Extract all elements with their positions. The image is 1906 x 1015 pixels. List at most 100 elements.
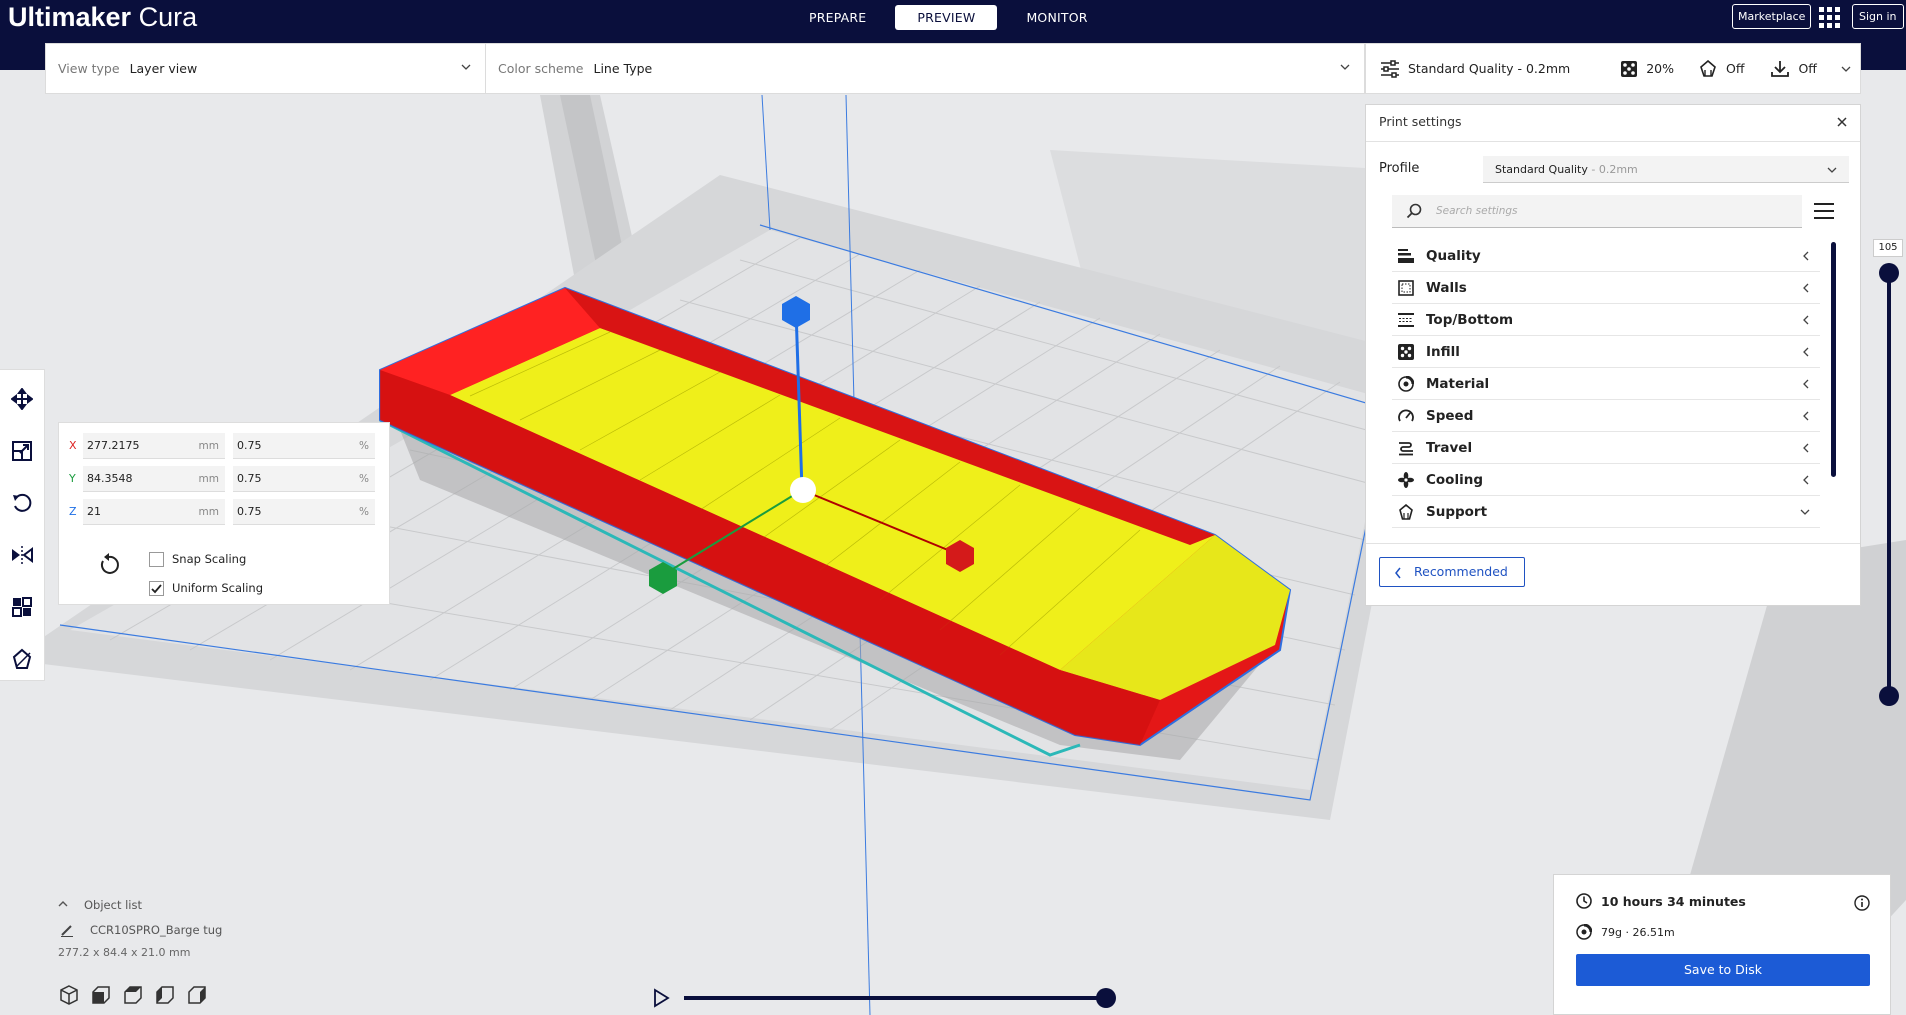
category-cooling[interactable]: Cooling xyxy=(1392,464,1820,496)
chevron-left-icon xyxy=(1803,475,1809,485)
chevron-down-icon xyxy=(1841,66,1851,72)
speed-icon xyxy=(1398,409,1414,421)
move-icon xyxy=(11,388,33,410)
tab-monitor[interactable]: MONITOR xyxy=(1007,5,1106,30)
category-quality[interactable]: Quality xyxy=(1392,240,1820,272)
mirror-icon xyxy=(12,546,33,564)
spool-icon xyxy=(1576,924,1592,940)
per-model-settings-tool[interactable] xyxy=(0,585,44,629)
checkbox-box[interactable] xyxy=(149,580,164,596)
path-slider-track[interactable] xyxy=(684,996,1106,1000)
uniform-scaling-checkbox[interactable]: Uniform Scaling xyxy=(149,579,263,597)
panel-title: Print settings xyxy=(1379,114,1462,129)
object-dimensions: 277.2 x 84.4 x 21.0 mm xyxy=(58,946,191,959)
infill-icon xyxy=(1621,60,1638,77)
axis-y-label: Y xyxy=(69,472,76,485)
profile-label: Profile xyxy=(1379,161,1420,176)
support-icon xyxy=(1700,59,1716,77)
chevron-left-icon xyxy=(1803,315,1809,325)
checkmark-icon xyxy=(151,583,162,593)
app-logo: Ultimaker Cura xyxy=(8,2,198,32)
chevron-down-icon xyxy=(1827,167,1837,173)
layer-slider-track[interactable] xyxy=(1887,272,1891,698)
category-infill[interactable]: Infill xyxy=(1392,336,1820,368)
category-travel[interactable]: Travel xyxy=(1392,432,1820,464)
job-summary-panel: 10 hours 34 minutes 79g · 26.51m Save to… xyxy=(1553,874,1891,1015)
checkbox-box[interactable] xyxy=(149,551,164,567)
view-right-icon[interactable] xyxy=(186,984,208,1006)
layer-slider-lower-handle[interactable] xyxy=(1879,686,1899,706)
print-setup-selector[interactable]: Standard Quality - 0.2mm 20% Off Off xyxy=(1365,43,1861,94)
adhesion-summary: Off xyxy=(1770,60,1817,78)
save-to-disk-button[interactable]: Save to Disk xyxy=(1576,954,1870,986)
view-type-dropdown[interactable]: View type Layer view xyxy=(46,44,486,93)
layer-number-label[interactable]: 105 xyxy=(1873,239,1903,257)
infill-summary: 20% xyxy=(1620,60,1674,78)
search-input[interactable] xyxy=(1436,201,1776,221)
apps-grid-icon[interactable] xyxy=(1819,7,1840,28)
path-slider-handle[interactable] xyxy=(1096,988,1116,1008)
view-top-icon[interactable] xyxy=(122,984,144,1006)
scale-z-percent-input[interactable]: 0.75% xyxy=(233,499,375,525)
profile-dropdown[interactable]: Standard Quality - 0.2mm xyxy=(1483,156,1849,183)
settings-visibility-menu-icon[interactable] xyxy=(1812,201,1836,221)
color-scheme-dropdown[interactable]: Color scheme Line Type xyxy=(486,44,1364,93)
scale-y-mm-input[interactable]: 84.3548 mm xyxy=(83,466,225,492)
view-type-value: Layer view xyxy=(129,61,198,76)
recommended-button[interactable]: Recommended xyxy=(1379,557,1525,587)
close-icon[interactable] xyxy=(1836,116,1848,128)
chevron-left-icon xyxy=(1803,251,1809,261)
settings-scrollbar[interactable] xyxy=(1831,242,1836,477)
mirror-tool[interactable] xyxy=(0,533,44,577)
print-time: 10 hours 34 minutes xyxy=(1576,893,1746,909)
axis-z-label: Z xyxy=(69,505,77,518)
category-speed[interactable]: Speed xyxy=(1392,400,1820,432)
support-blocker-tool[interactable] xyxy=(0,637,44,681)
top-bottom-icon xyxy=(1398,312,1414,327)
scale-tool[interactable] xyxy=(0,429,44,473)
stage-tabs: PREPARE PREVIEW MONITOR xyxy=(790,5,1117,30)
reset-icon[interactable] xyxy=(97,553,121,577)
chevron-down-icon xyxy=(1340,64,1350,70)
scale-x-percent-input[interactable]: 0.75% xyxy=(233,433,375,459)
move-tool[interactable] xyxy=(0,377,44,421)
play-icon[interactable] xyxy=(652,988,670,1008)
scale-y-percent-input[interactable]: 0.75% xyxy=(233,466,375,492)
sign-in-button[interactable]: Sign in xyxy=(1852,4,1904,29)
profile-summary: Standard Quality - 0.2mm xyxy=(1380,59,1570,78)
rotate-tool[interactable] xyxy=(0,481,44,525)
category-top-bottom[interactable]: Top/Bottom xyxy=(1392,304,1820,336)
chevron-up-icon xyxy=(58,901,68,907)
camera-view-buttons xyxy=(58,984,218,1006)
view-3d-icon[interactable] xyxy=(58,984,80,1006)
view-options-bar: View type Layer view Color scheme Line T… xyxy=(45,43,1365,94)
marketplace-button[interactable]: Marketplace xyxy=(1732,4,1812,29)
scale-x-mm-input[interactable]: 277.2175 mm xyxy=(83,433,225,459)
info-icon[interactable] xyxy=(1854,895,1870,911)
snap-scaling-checkbox[interactable]: Snap Scaling xyxy=(149,550,246,568)
profile-name: Standard Quality xyxy=(1495,163,1588,176)
category-walls[interactable]: Walls xyxy=(1392,272,1820,304)
infill-icon xyxy=(1398,343,1414,360)
chevron-down-icon xyxy=(1800,509,1810,515)
print-settings-panel: Print settings Profile Standard Quality … xyxy=(1365,104,1861,606)
per-model-settings-icon xyxy=(12,597,32,617)
support-summary: Off xyxy=(1698,59,1744,78)
clock-icon xyxy=(1576,893,1592,909)
scale-z-mm-input[interactable]: 21 mm xyxy=(83,499,225,525)
tab-prepare[interactable]: PREPARE xyxy=(790,5,885,30)
tab-preview[interactable]: PREVIEW xyxy=(895,5,998,30)
divider xyxy=(1366,141,1860,142)
object-list-toggle[interactable]: Object list xyxy=(58,896,258,914)
layer-slider-upper-handle[interactable] xyxy=(1879,263,1899,283)
adhesion-summary-text: Off xyxy=(1798,61,1817,76)
category-material[interactable]: Material xyxy=(1392,368,1820,400)
search-icon xyxy=(1406,203,1422,219)
category-support[interactable]: Support xyxy=(1392,496,1820,528)
chevron-left-icon xyxy=(1395,567,1401,579)
chevron-left-icon xyxy=(1803,347,1809,357)
view-front-icon[interactable] xyxy=(90,984,112,1006)
tool-bar xyxy=(0,369,45,681)
view-left-icon[interactable] xyxy=(154,984,176,1006)
sliders-icon xyxy=(1381,59,1399,78)
